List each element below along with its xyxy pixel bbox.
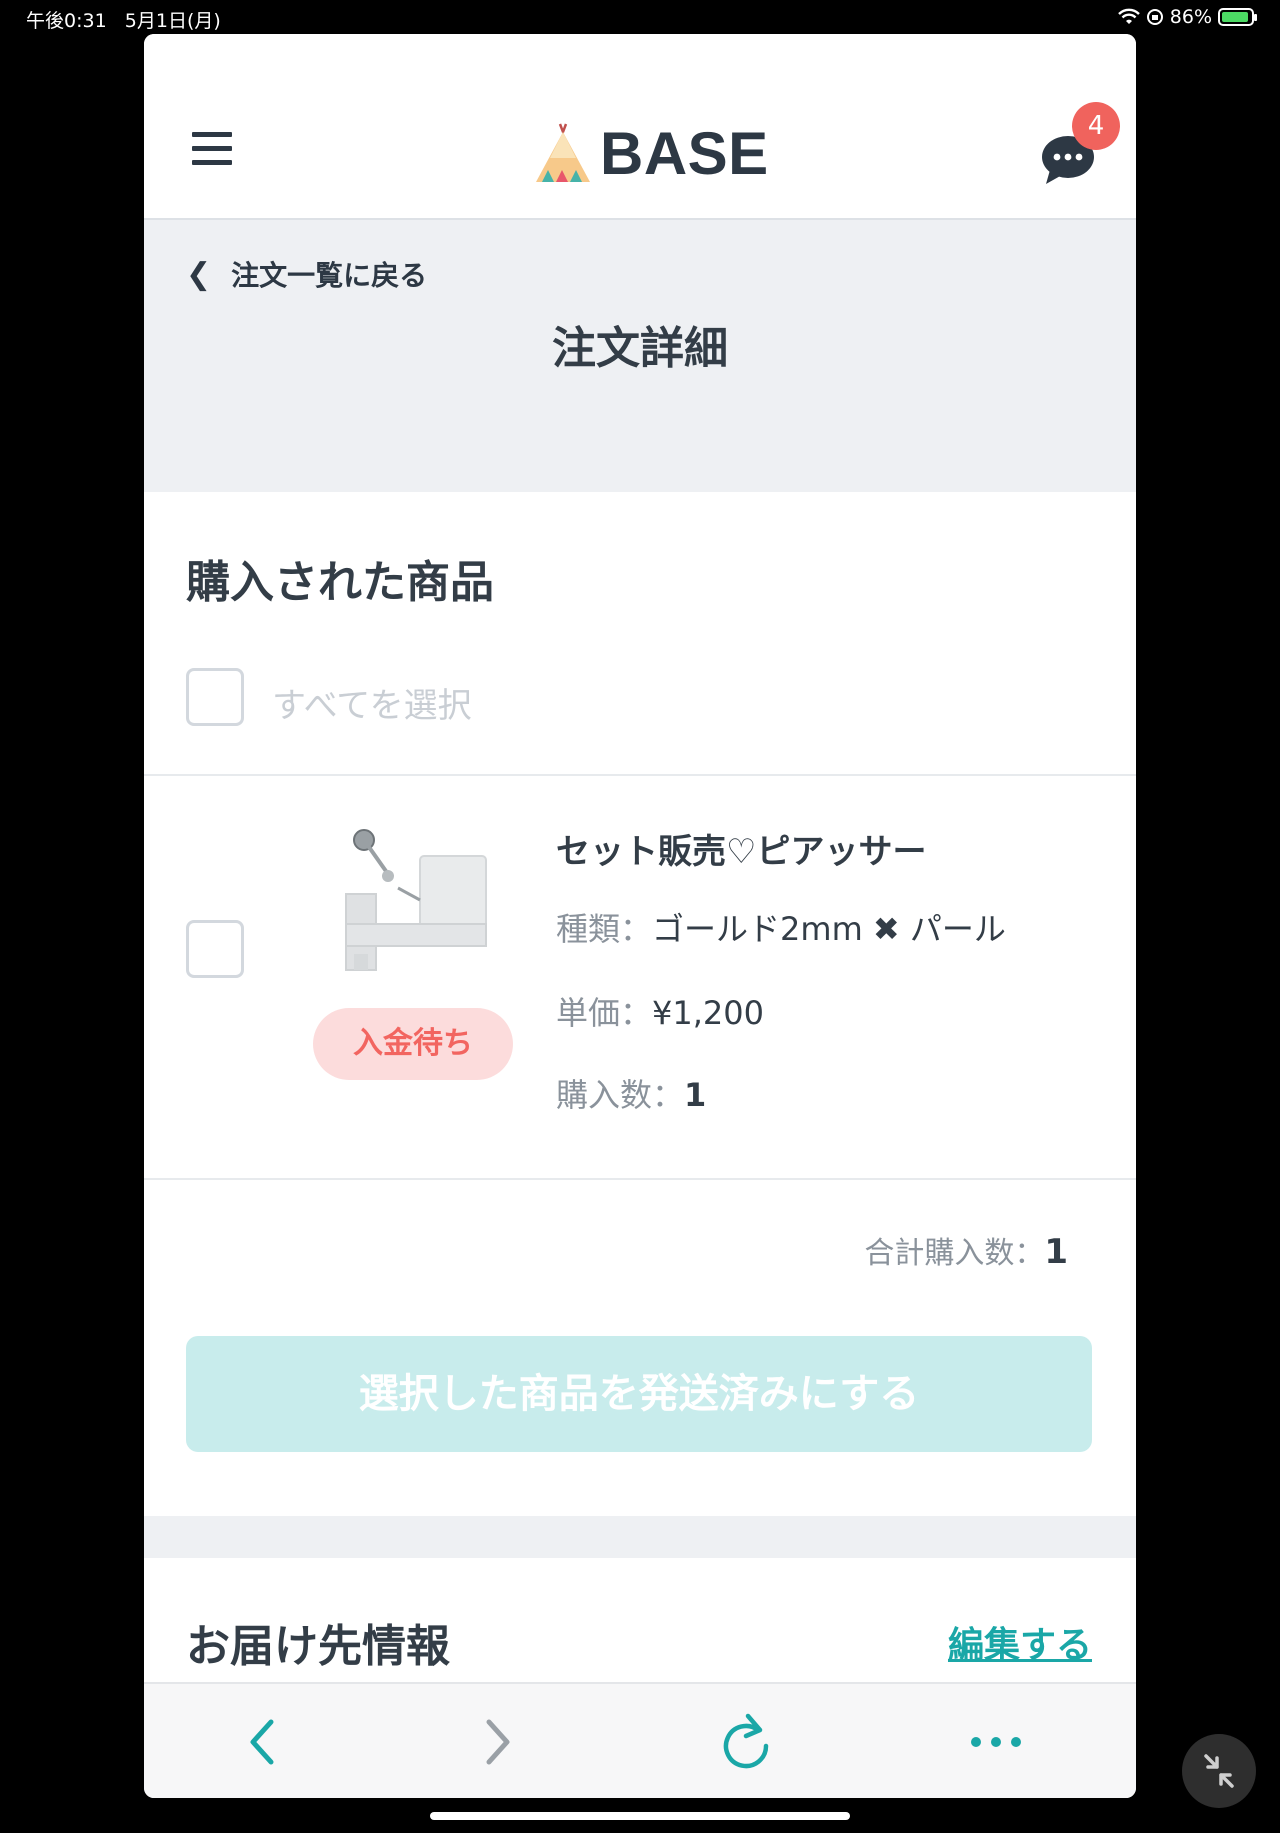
type-label: 種類 bbox=[556, 910, 621, 948]
mark-shipped-button[interactable]: 選択した商品を発送済みにする bbox=[186, 1336, 1092, 1452]
more-icon bbox=[971, 1737, 1021, 1747]
logo-text: BASE bbox=[600, 120, 769, 187]
select-all-label: すべてを選択 bbox=[272, 686, 472, 726]
item-checkbox[interactable] bbox=[186, 920, 244, 978]
notification-badge: 4 bbox=[1072, 102, 1120, 150]
home-indicator[interactable] bbox=[430, 1812, 850, 1820]
chevron-left-icon bbox=[250, 1719, 274, 1765]
battery-icon bbox=[1218, 8, 1257, 26]
edit-shipping-link[interactable]: 編集する bbox=[948, 1616, 1092, 1668]
browser-window: BASE 4 ❮ 注文一覧に戻る 注文詳細 購入された商品 すべてを選択 入金待… bbox=[144, 34, 1136, 1798]
wifi-icon bbox=[1117, 8, 1140, 24]
back-link-label: 注文一覧に戻る bbox=[231, 259, 428, 292]
section-separator bbox=[144, 1516, 1136, 1558]
payment-status-badge: 入金待ち bbox=[313, 1008, 513, 1080]
page-title: 注文詳細 bbox=[552, 323, 728, 374]
price-label: 単価 bbox=[556, 994, 621, 1032]
section-title-purchased: 購入された商品 bbox=[186, 557, 494, 608]
divider bbox=[144, 1178, 1136, 1180]
forward-button[interactable] bbox=[458, 1684, 538, 1798]
more-button[interactable] bbox=[956, 1684, 1036, 1798]
status-time: 午後0:31 bbox=[26, 10, 107, 32]
chevron-right-icon bbox=[486, 1719, 510, 1765]
browser-toolbar bbox=[144, 1682, 1136, 1798]
battery-percent: 86% bbox=[1169, 6, 1212, 28]
back-to-orders-link[interactable]: ❮ 注文一覧に戻る bbox=[186, 254, 427, 294]
product-image bbox=[324, 804, 506, 986]
total-label: 合計購入数 bbox=[864, 1236, 1015, 1271]
qty-label: 購入数 bbox=[556, 1076, 653, 1114]
type-value: ゴールド2mm ✖ パール bbox=[652, 910, 1006, 948]
chevron-left-icon: ❮ bbox=[186, 256, 212, 292]
product-type-row: 種類：ゴールド2mm ✖ パール bbox=[556, 910, 1006, 948]
product-price-row: 単価：¥1,200 bbox=[556, 994, 764, 1032]
section-title-shipping: お届け先情報 bbox=[186, 1621, 450, 1672]
status-bar-right: 86% bbox=[1117, 6, 1257, 28]
select-all-checkbox[interactable] bbox=[186, 668, 244, 726]
menu-icon[interactable] bbox=[192, 132, 232, 172]
status-bar-left: 午後0:31 5月1日(月) bbox=[26, 6, 221, 33]
reload-icon bbox=[723, 1713, 769, 1769]
total-quantity: 合計購入数：1 bbox=[864, 1232, 1068, 1272]
site-header: BASE 4 bbox=[144, 34, 1136, 220]
back-button[interactable] bbox=[222, 1684, 302, 1798]
reload-button[interactable] bbox=[706, 1684, 786, 1798]
status-date: 5月1日(月) bbox=[124, 10, 221, 32]
page-subheader: ❮ 注文一覧に戻る 注文詳細 bbox=[144, 220, 1136, 492]
product-name[interactable]: セット販売♡ピアッサー bbox=[556, 824, 926, 873]
orientation-lock-icon bbox=[1146, 9, 1163, 25]
product-qty-row: 購入数：1 bbox=[556, 1076, 707, 1114]
tent-logo-icon bbox=[536, 123, 590, 182]
price-value: ¥1,200 bbox=[652, 994, 764, 1032]
qty-value: 1 bbox=[684, 1076, 707, 1114]
total-value: 1 bbox=[1044, 1232, 1068, 1272]
base-logo[interactable]: BASE bbox=[534, 122, 769, 184]
divider bbox=[144, 774, 1136, 776]
collapse-arrows-icon bbox=[1204, 1754, 1234, 1788]
minimize-window-button[interactable] bbox=[1182, 1734, 1256, 1808]
